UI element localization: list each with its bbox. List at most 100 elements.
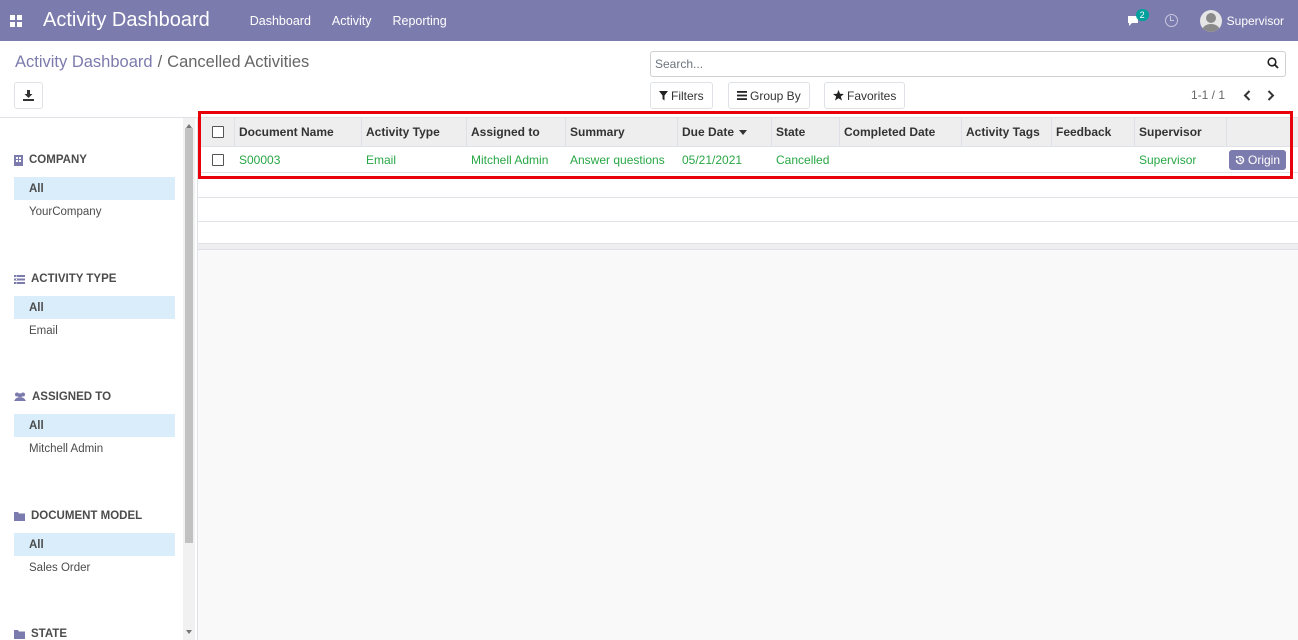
column-state[interactable]: State <box>772 118 840 146</box>
cell-assigned-to[interactable]: Mitchell Admin <box>467 147 548 173</box>
apps-menu-icon[interactable] <box>10 14 22 27</box>
section-header-assigned-to: ASSIGNED TO <box>14 389 175 405</box>
breadcrumb-parent[interactable]: Activity Dashboard <box>15 53 153 71</box>
main-menu: Dashboard Activity Reporting <box>250 14 468 28</box>
favorites-button[interactable]: Favorites <box>824 82 906 109</box>
download-icon <box>23 90 34 101</box>
navbar-systray: 2 Supervisor <box>1127 0 1298 41</box>
filter-item-all[interactable]: All <box>14 296 175 319</box>
star-icon <box>833 90 844 101</box>
sort-down-icon <box>739 129 748 135</box>
column-completed-date[interactable]: Completed Date <box>840 118 962 146</box>
list-icon <box>14 274 25 284</box>
pager-next-button[interactable] <box>1264 87 1278 103</box>
search-input[interactable] <box>655 52 1255 76</box>
group-by-button[interactable]: Group By <box>728 82 810 109</box>
filter-item-mitchell-admin[interactable]: Mitchell Admin <box>14 437 175 460</box>
menu-item-dashboard[interactable]: Dashboard <box>250 14 311 28</box>
cell-document-name[interactable]: S00003 <box>235 147 280 173</box>
column-feedback[interactable]: Feedback <box>1052 118 1135 146</box>
empty-row <box>198 174 1298 198</box>
table-footer <box>198 244 1298 250</box>
select-all-checkbox[interactable] <box>212 126 224 138</box>
section-title: COMPANY <box>29 154 87 166</box>
chevron-left-icon <box>1243 89 1251 101</box>
cell-due-date[interactable]: 05/21/2021 <box>678 147 742 173</box>
column-summary[interactable]: Summary <box>566 118 678 146</box>
section-document-model: DOCUMENT MODEL All Sales Order <box>14 508 175 579</box>
section-assigned-to: ASSIGNED TO All Mitchell Admin <box>14 389 175 460</box>
column-due-date-label: Due Date <box>682 125 735 139</box>
users-icon <box>14 392 26 401</box>
cell-summary[interactable]: Answer questions <box>566 147 665 173</box>
table-row[interactable]: S00003 Email Mitchell Admin Answer quest… <box>198 147 1298 173</box>
search-icon[interactable] <box>1267 57 1279 69</box>
section-title: ACTIVITY TYPE <box>31 273 117 285</box>
cell-state[interactable]: Cancelled <box>772 147 829 173</box>
filter-item-email[interactable]: Email <box>14 319 175 342</box>
section-activity-type: ACTIVITY TYPE All Email <box>14 271 175 342</box>
column-due-date[interactable]: Due Date <box>678 118 772 146</box>
top-navbar: Activity Dashboard Dashboard Activity Re… <box>0 0 1298 41</box>
history-icon <box>1235 155 1245 165</box>
breadcrumb-current: Cancelled Activities <box>167 53 310 71</box>
section-header-activity-type: ACTIVITY TYPE <box>14 271 175 287</box>
building-icon <box>14 154 23 166</box>
breadcrumb: Activity Dashboard / Cancelled Activities <box>15 53 309 72</box>
column-document-name[interactable]: Document Name <box>235 118 362 146</box>
filters-label: Filters <box>671 88 704 103</box>
filter-item-all[interactable]: All <box>14 177 175 200</box>
column-supervisor[interactable]: Supervisor <box>1135 118 1227 146</box>
column-activity-tags[interactable]: Activity Tags <box>962 118 1052 146</box>
cell-supervisor[interactable]: Supervisor <box>1135 147 1196 173</box>
filter-item-sales-order[interactable]: Sales Order <box>14 556 175 579</box>
breadcrumb-separator: / <box>157 53 163 71</box>
column-assigned-to[interactable]: Assigned to <box>467 118 566 146</box>
filter-item-all[interactable]: All <box>14 533 175 556</box>
chat-icon[interactable]: 2 <box>1127 8 1149 27</box>
cell-activity-tags[interactable] <box>962 147 966 173</box>
filters-button[interactable]: Filters <box>650 82 713 109</box>
chevron-right-icon <box>1267 89 1275 101</box>
folder-icon <box>14 511 25 521</box>
menu-item-activity[interactable]: Activity <box>332 14 372 28</box>
filter-item-yourcompany[interactable]: YourCompany <box>14 200 175 223</box>
table-header: Document Name Activity Type Assigned to … <box>198 118 1298 147</box>
pager-value[interactable]: 1-1 / 1 <box>1191 88 1225 102</box>
menu-item-reporting[interactable]: Reporting <box>393 14 447 28</box>
download-button[interactable] <box>14 82 43 109</box>
sidebar-scrollbar[interactable] <box>183 118 195 640</box>
filter-item-all[interactable]: All <box>14 414 175 437</box>
column-actions <box>1227 118 1298 146</box>
scroll-thumb[interactable] <box>185 128 193 543</box>
search-panel: COMPANY All YourCompany ACTIVITY TYPE Al… <box>0 118 198 640</box>
chat-badge: 2 <box>1135 8 1149 21</box>
avatar[interactable] <box>1199 9 1222 32</box>
clock-icon[interactable] <box>1164 14 1178 27</box>
select-all-cell <box>198 118 235 146</box>
empty-row <box>198 222 1298 244</box>
section-header-state: STATE <box>14 626 175 640</box>
section-company: COMPANY All YourCompany <box>14 152 175 223</box>
cell-feedback[interactable] <box>1052 147 1056 173</box>
folder-icon <box>14 629 25 639</box>
section-title: STATE <box>31 628 67 640</box>
origin-button[interactable]: Origin <box>1229 150 1286 170</box>
column-activity-type[interactable]: Activity Type <box>362 118 467 146</box>
scroll-down-icon[interactable] <box>186 630 192 634</box>
bars-icon <box>737 91 747 100</box>
section-title: DOCUMENT MODEL <box>31 510 143 522</box>
filter-icon <box>659 90 668 100</box>
pager-previous-button[interactable] <box>1240 87 1254 103</box>
row-checkbox[interactable] <box>212 154 224 166</box>
section-header-company: COMPANY <box>14 152 175 168</box>
control-panel: Activity Dashboard / Cancelled Activities … <box>0 41 1298 118</box>
origin-label: Origin <box>1247 153 1280 167</box>
group-by-label: Group By <box>750 88 801 103</box>
user-name[interactable]: Supervisor <box>1227 14 1284 28</box>
list-view: Document Name Activity Type Assigned to … <box>198 118 1298 250</box>
cell-activity-type[interactable]: Email <box>362 147 396 173</box>
cell-completed-date[interactable] <box>840 147 844 173</box>
app-title[interactable]: Activity Dashboard <box>43 9 210 32</box>
empty-row <box>198 198 1298 222</box>
